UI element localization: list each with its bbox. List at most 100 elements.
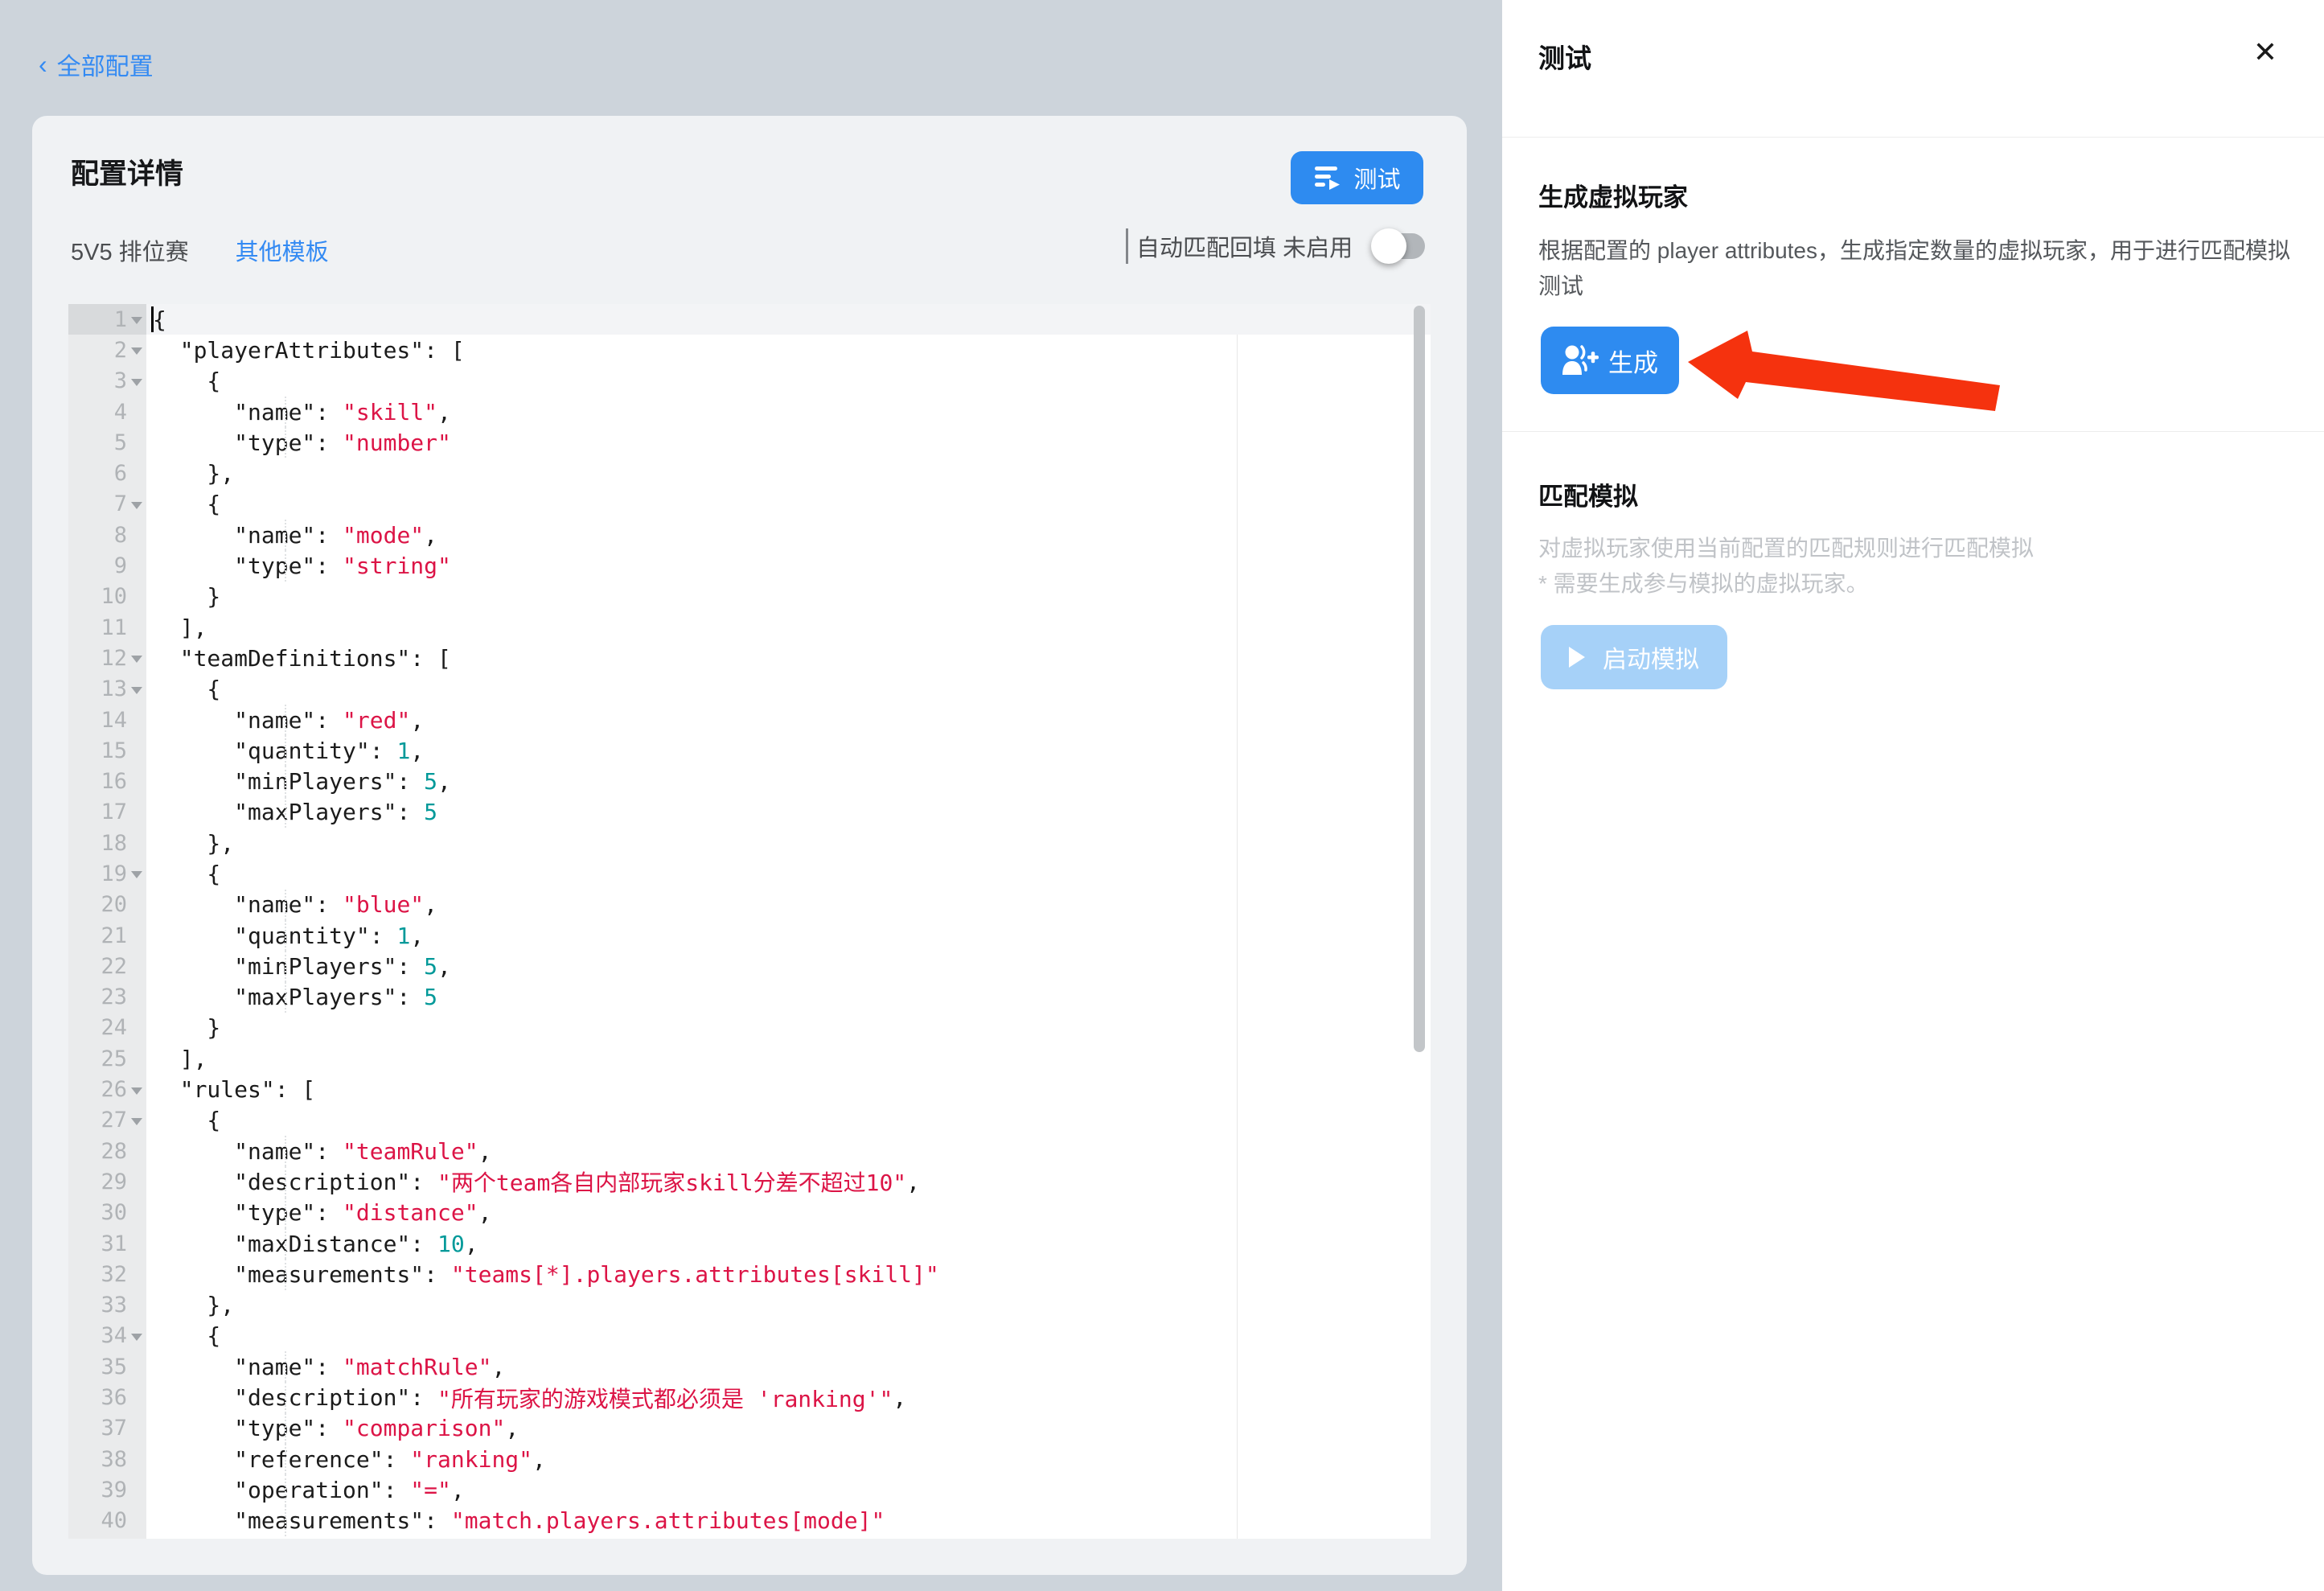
code-line[interactable]: 41 }: [68, 1536, 1431, 1539]
code-text[interactable]: {: [146, 489, 1431, 520]
code-line[interactable]: 21 "quantity": 1,: [68, 920, 1431, 951]
code-text[interactable]: ],: [146, 1043, 1431, 1074]
tab-5v5-ranked[interactable]: 5V5 排位赛: [71, 233, 189, 267]
code-text[interactable]: },: [146, 1290, 1431, 1321]
fold-arrow-icon[interactable]: [131, 502, 142, 509]
code-text[interactable]: "measurements": "teams[*].players.attrib…: [146, 1259, 1431, 1289]
code-text[interactable]: "name": "mode",: [146, 520, 1431, 550]
code-line[interactable]: 27 {: [68, 1105, 1431, 1136]
code-text[interactable]: "quantity": 1,: [146, 920, 1431, 951]
start-simulation-button[interactable]: 启动模拟: [1541, 625, 1727, 689]
code-line[interactable]: 7 {: [68, 489, 1431, 520]
code-line[interactable]: 14 "name": "red",: [68, 705, 1431, 735]
code-line[interactable]: 30 "type": "distance",: [68, 1198, 1431, 1228]
code-text[interactable]: "name": "matchRule",: [146, 1351, 1431, 1382]
code-line[interactable]: 6 },: [68, 458, 1431, 488]
code-text[interactable]: "name": "teamRule",: [146, 1136, 1431, 1166]
code-line[interactable]: 10 }: [68, 582, 1431, 612]
fold-arrow-icon[interactable]: [131, 1334, 142, 1341]
fold-arrow-icon[interactable]: [131, 347, 142, 355]
code-line[interactable]: 18 },: [68, 828, 1431, 858]
code-line[interactable]: 20 "name": "blue",: [68, 890, 1431, 920]
autofill-toggle[interactable]: [1373, 233, 1425, 259]
code-text[interactable]: "minPlayers": 5,: [146, 766, 1431, 796]
code-line[interactable]: 4 "name": "skill",: [68, 397, 1431, 427]
code-text[interactable]: "description": "两个team各自内部玩家skill分差不超过10…: [146, 1166, 1431, 1197]
test-button[interactable]: 测试: [1291, 151, 1423, 204]
back-to-all-configs-link[interactable]: ‹ 全部配置: [39, 47, 154, 82]
code-text[interactable]: "name": "red",: [146, 705, 1431, 735]
code-line[interactable]: 40 "measurements": "match.players.attrib…: [68, 1506, 1431, 1536]
code-line[interactable]: 32 "measurements": "teams[*].players.att…: [68, 1259, 1431, 1289]
code-line[interactable]: 23 "maxPlayers": 5: [68, 982, 1431, 1013]
code-text[interactable]: "maxPlayers": 5: [146, 982, 1431, 1013]
code-line[interactable]: 17 "maxPlayers": 5: [68, 797, 1431, 828]
code-line[interactable]: 8 "name": "mode",: [68, 520, 1431, 550]
code-text[interactable]: "operation": "=",: [146, 1474, 1431, 1505]
code-editor[interactable]: 1{2 "playerAttributes": [3 {4 "name": "s…: [68, 304, 1431, 1539]
code-line[interactable]: 39 "operation": "=",: [68, 1474, 1431, 1505]
code-line[interactable]: 5 "type": "number": [68, 427, 1431, 458]
editor-scrollbar[interactable]: [1414, 306, 1425, 1052]
code-line[interactable]: 2 "playerAttributes": [: [68, 335, 1431, 365]
code-line[interactable]: 16 "minPlayers": 5,: [68, 766, 1431, 796]
code-text[interactable]: "type": "number": [146, 427, 1431, 458]
code-text[interactable]: }: [146, 1013, 1431, 1043]
fold-arrow-icon[interactable]: [131, 871, 142, 878]
code-text[interactable]: "rules": [: [146, 1074, 1431, 1104]
code-text[interactable]: {: [146, 1105, 1431, 1136]
code-line[interactable]: 31 "maxDistance": 10,: [68, 1228, 1431, 1259]
code-text[interactable]: }: [146, 1536, 1431, 1539]
code-text[interactable]: "maxPlayers": 5: [146, 797, 1431, 828]
code-line[interactable]: 22 "minPlayers": 5,: [68, 951, 1431, 981]
code-text[interactable]: "quantity": 1,: [146, 735, 1431, 766]
code-text[interactable]: "type": "distance",: [146, 1198, 1431, 1228]
code-line[interactable]: 38 "reference": "ranking",: [68, 1444, 1431, 1474]
code-text[interactable]: "type": "comparison",: [146, 1413, 1431, 1444]
code-text[interactable]: "teamDefinitions": [: [146, 643, 1431, 673]
fold-arrow-icon[interactable]: [131, 656, 142, 663]
code-text[interactable]: },: [146, 458, 1431, 488]
code-line[interactable]: 37 "type": "comparison",: [68, 1413, 1431, 1444]
code-line[interactable]: 25 ],: [68, 1043, 1431, 1074]
code-text[interactable]: ],: [146, 612, 1431, 643]
fold-arrow-icon[interactable]: [131, 1118, 142, 1125]
code-text[interactable]: }: [146, 582, 1431, 612]
code-text[interactable]: "playerAttributes": [: [146, 335, 1431, 365]
code-line[interactable]: 26 "rules": [: [68, 1074, 1431, 1104]
generate-button[interactable]: 生成: [1541, 327, 1679, 394]
code-text[interactable]: "maxDistance": 10,: [146, 1228, 1431, 1259]
code-text[interactable]: "minPlayers": 5,: [146, 951, 1431, 981]
code-line[interactable]: 29 "description": "两个team各自内部玩家skill分差不超…: [68, 1166, 1431, 1197]
code-line[interactable]: 28 "name": "teamRule",: [68, 1136, 1431, 1166]
code-text[interactable]: {: [146, 366, 1431, 397]
code-line[interactable]: 36 "description": "所有玩家的游戏模式都必须是 'rankin…: [68, 1382, 1431, 1412]
tab-other-template[interactable]: 其他模板: [236, 233, 329, 267]
code-line[interactable]: 34 {: [68, 1321, 1431, 1351]
code-line[interactable]: 12 "teamDefinitions": [: [68, 643, 1431, 673]
code-line[interactable]: 9 "type": "string": [68, 550, 1431, 581]
code-text[interactable]: "name": "skill",: [146, 397, 1431, 427]
close-icon[interactable]: ✕: [2253, 39, 2277, 68]
code-text[interactable]: {: [146, 858, 1431, 889]
code-line[interactable]: 35 "name": "matchRule",: [68, 1351, 1431, 1382]
fold-arrow-icon[interactable]: [131, 317, 142, 324]
code-text[interactable]: "description": "所有玩家的游戏模式都必须是 'ranking'"…: [146, 1382, 1431, 1412]
code-line[interactable]: 33 },: [68, 1290, 1431, 1321]
code-line[interactable]: 11 ],: [68, 612, 1431, 643]
code-line[interactable]: 19 {: [68, 858, 1431, 889]
code-text[interactable]: {: [146, 304, 1431, 335]
code-text[interactable]: {: [146, 1321, 1431, 1351]
fold-arrow-icon[interactable]: [131, 1087, 142, 1095]
code-text[interactable]: "type": "string": [146, 550, 1431, 581]
code-line[interactable]: 3 {: [68, 366, 1431, 397]
code-line[interactable]: 13 {: [68, 674, 1431, 705]
code-line[interactable]: 15 "quantity": 1,: [68, 735, 1431, 766]
code-text[interactable]: },: [146, 828, 1431, 858]
code-text[interactable]: {: [146, 674, 1431, 705]
code-line[interactable]: 1{: [68, 304, 1431, 335]
code-text[interactable]: "measurements": "match.players.attribute…: [146, 1506, 1431, 1536]
fold-arrow-icon[interactable]: [131, 687, 142, 694]
fold-arrow-icon[interactable]: [131, 379, 142, 386]
code-text[interactable]: "name": "blue",: [146, 890, 1431, 920]
